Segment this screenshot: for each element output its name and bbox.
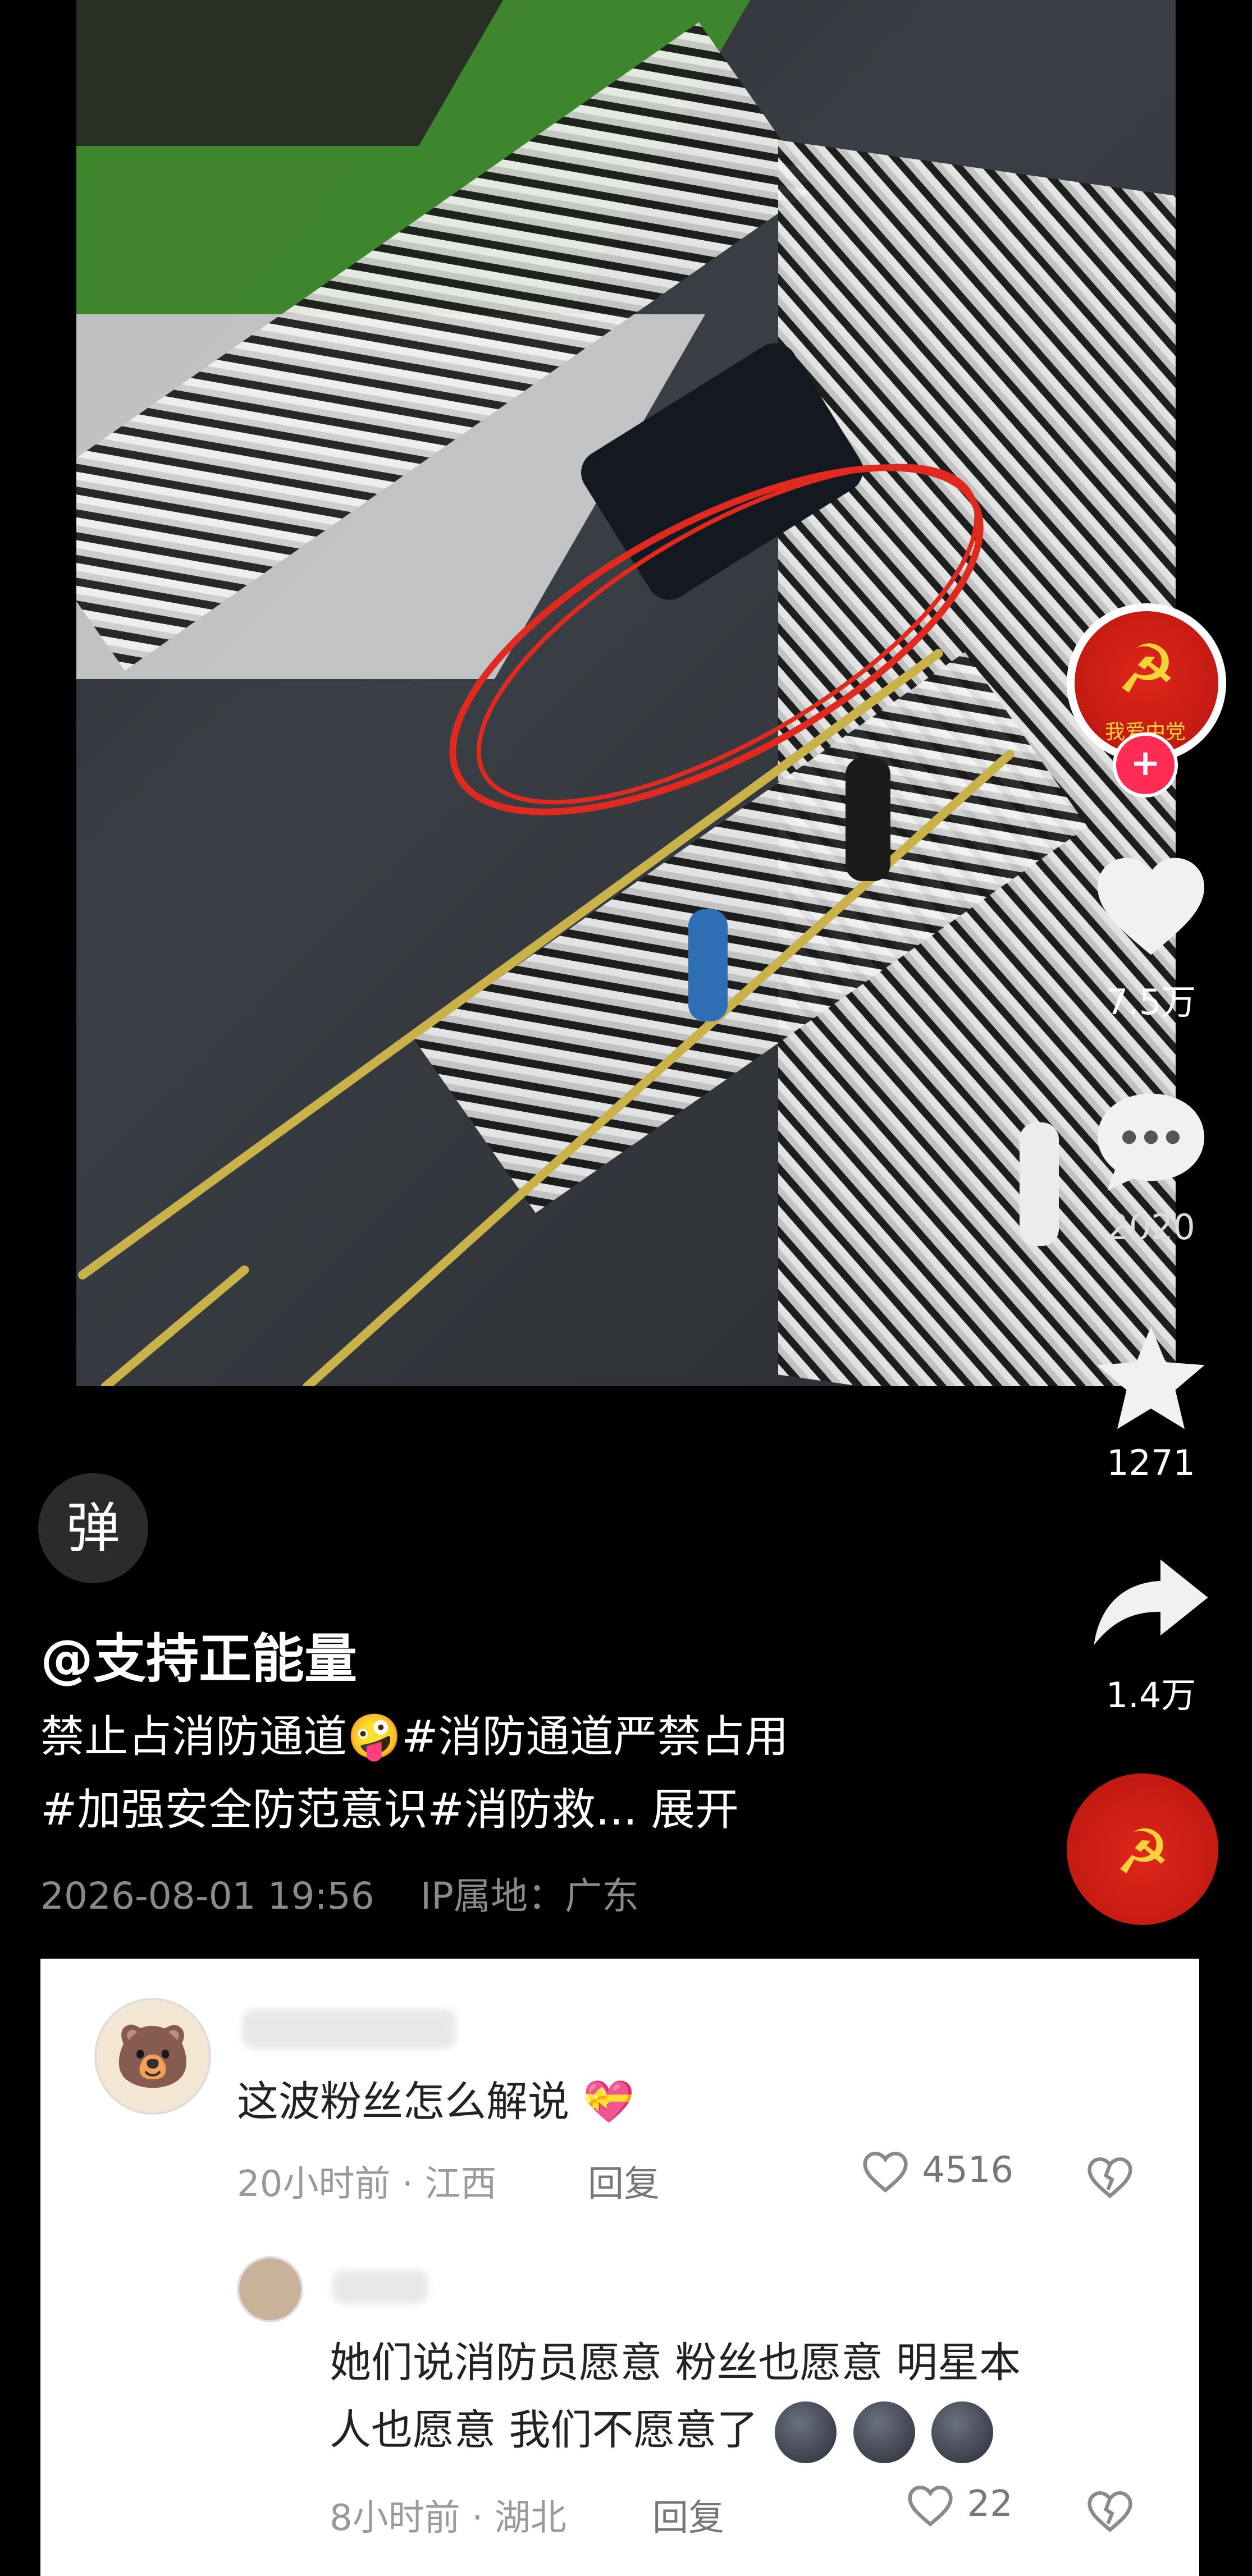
red-circle-annotation bbox=[449, 464, 984, 815]
comment-meta: 8小时前 · 湖北 bbox=[330, 2497, 566, 2539]
comment-text-line: 她们说消防员愿意 粉丝也愿意 明星本 bbox=[330, 2339, 1021, 2387]
post-timestamp: 2026-08-01 19:56 bbox=[40, 1874, 374, 1918]
star-icon[interactable] bbox=[1092, 1322, 1210, 1434]
danmaku-toggle-button[interactable]: 弹 bbox=[38, 1473, 148, 1583]
comment-like[interactable]: 4516 bbox=[860, 2149, 1013, 2194]
heart-ribbon-emoji: 💝 bbox=[582, 2078, 634, 2126]
favorite-count: 1271 bbox=[1107, 1442, 1195, 1483]
moon-face-emoji bbox=[931, 2401, 994, 2464]
like-count: 7.5万 bbox=[1105, 982, 1196, 1023]
comment-text: 这波粉丝怎么解说 💝 bbox=[237, 2068, 634, 2128]
caption-line-2[interactable]: #加强安全防范意识#消防救... 展开 bbox=[40, 1773, 739, 1846]
avatar[interactable] bbox=[237, 2256, 303, 2322]
comment-count: 2020 bbox=[1107, 1207, 1195, 1248]
avatar[interactable]: 🐻 bbox=[94, 1998, 211, 2115]
road-line bbox=[99, 1263, 251, 1386]
username-blurred[interactable] bbox=[243, 2009, 456, 2048]
comment-location: 江西 bbox=[424, 2164, 497, 2205]
comments-panel: 🐻 这波粉丝怎么解说 💝 20小时前 · 江西 回复 4516 她们说消防员愿意… bbox=[40, 1959, 1199, 2576]
dislike-icon[interactable] bbox=[1085, 2155, 1135, 2200]
video-player[interactable] bbox=[76, 0, 1176, 1386]
comment-like[interactable]: 22 bbox=[905, 2483, 1013, 2528]
heart-icon[interactable] bbox=[1092, 853, 1210, 960]
reply-button[interactable]: 回复 bbox=[652, 2489, 724, 2541]
party-emblem-icon: ☭ bbox=[1114, 1816, 1171, 1888]
pedestrian bbox=[688, 909, 728, 1021]
comment-like-count: 22 bbox=[967, 2483, 1013, 2525]
comment-time: 20小时前 bbox=[237, 2164, 391, 2205]
comment-meta: 20小时前 · 江西 bbox=[237, 2164, 497, 2205]
pedestrian bbox=[846, 758, 890, 881]
post-meta: 2026-08-01 19:56 IP属地：广东 bbox=[40, 1866, 639, 1920]
share-arrow-icon[interactable] bbox=[1089, 1555, 1213, 1650]
username-blurred[interactable] bbox=[332, 2270, 428, 2304]
comment-time: 8小时前 bbox=[330, 2497, 460, 2539]
reply-button[interactable]: 回复 bbox=[588, 2155, 660, 2207]
follow-plus-button[interactable]: + bbox=[1113, 732, 1178, 797]
dislike-icon[interactable] bbox=[1085, 2489, 1135, 2534]
heart-outline-icon[interactable] bbox=[905, 2483, 956, 2528]
pedestrian bbox=[1020, 1122, 1059, 1246]
comment-text-body: 这波粉丝怎么解说 bbox=[237, 2078, 569, 2126]
share-count: 1.4万 bbox=[1105, 1675, 1196, 1716]
caption-line-1: 禁止占消防通道🤪#消防通道严禁占用 bbox=[40, 1712, 789, 1762]
comment-text: 人也愿意 我们不愿意了 bbox=[330, 2396, 994, 2464]
comment-text-line: 人也愿意 我们不愿意了 bbox=[330, 2406, 758, 2454]
music-disc[interactable]: ☭ bbox=[1067, 1773, 1218, 1925]
heart-outline-icon[interactable] bbox=[860, 2149, 911, 2194]
author-name[interactable]: @支持正能量 bbox=[40, 1616, 357, 1693]
comment-location: 湖北 bbox=[494, 2497, 566, 2539]
comment-bubble-icon[interactable] bbox=[1092, 1089, 1210, 1195]
moon-face-emoji bbox=[775, 2401, 837, 2464]
post-ip-location: IP属地：广东 bbox=[420, 1874, 639, 1918]
comment-like-count: 4516 bbox=[922, 2149, 1014, 2191]
moon-face-emoji bbox=[853, 2401, 915, 2464]
